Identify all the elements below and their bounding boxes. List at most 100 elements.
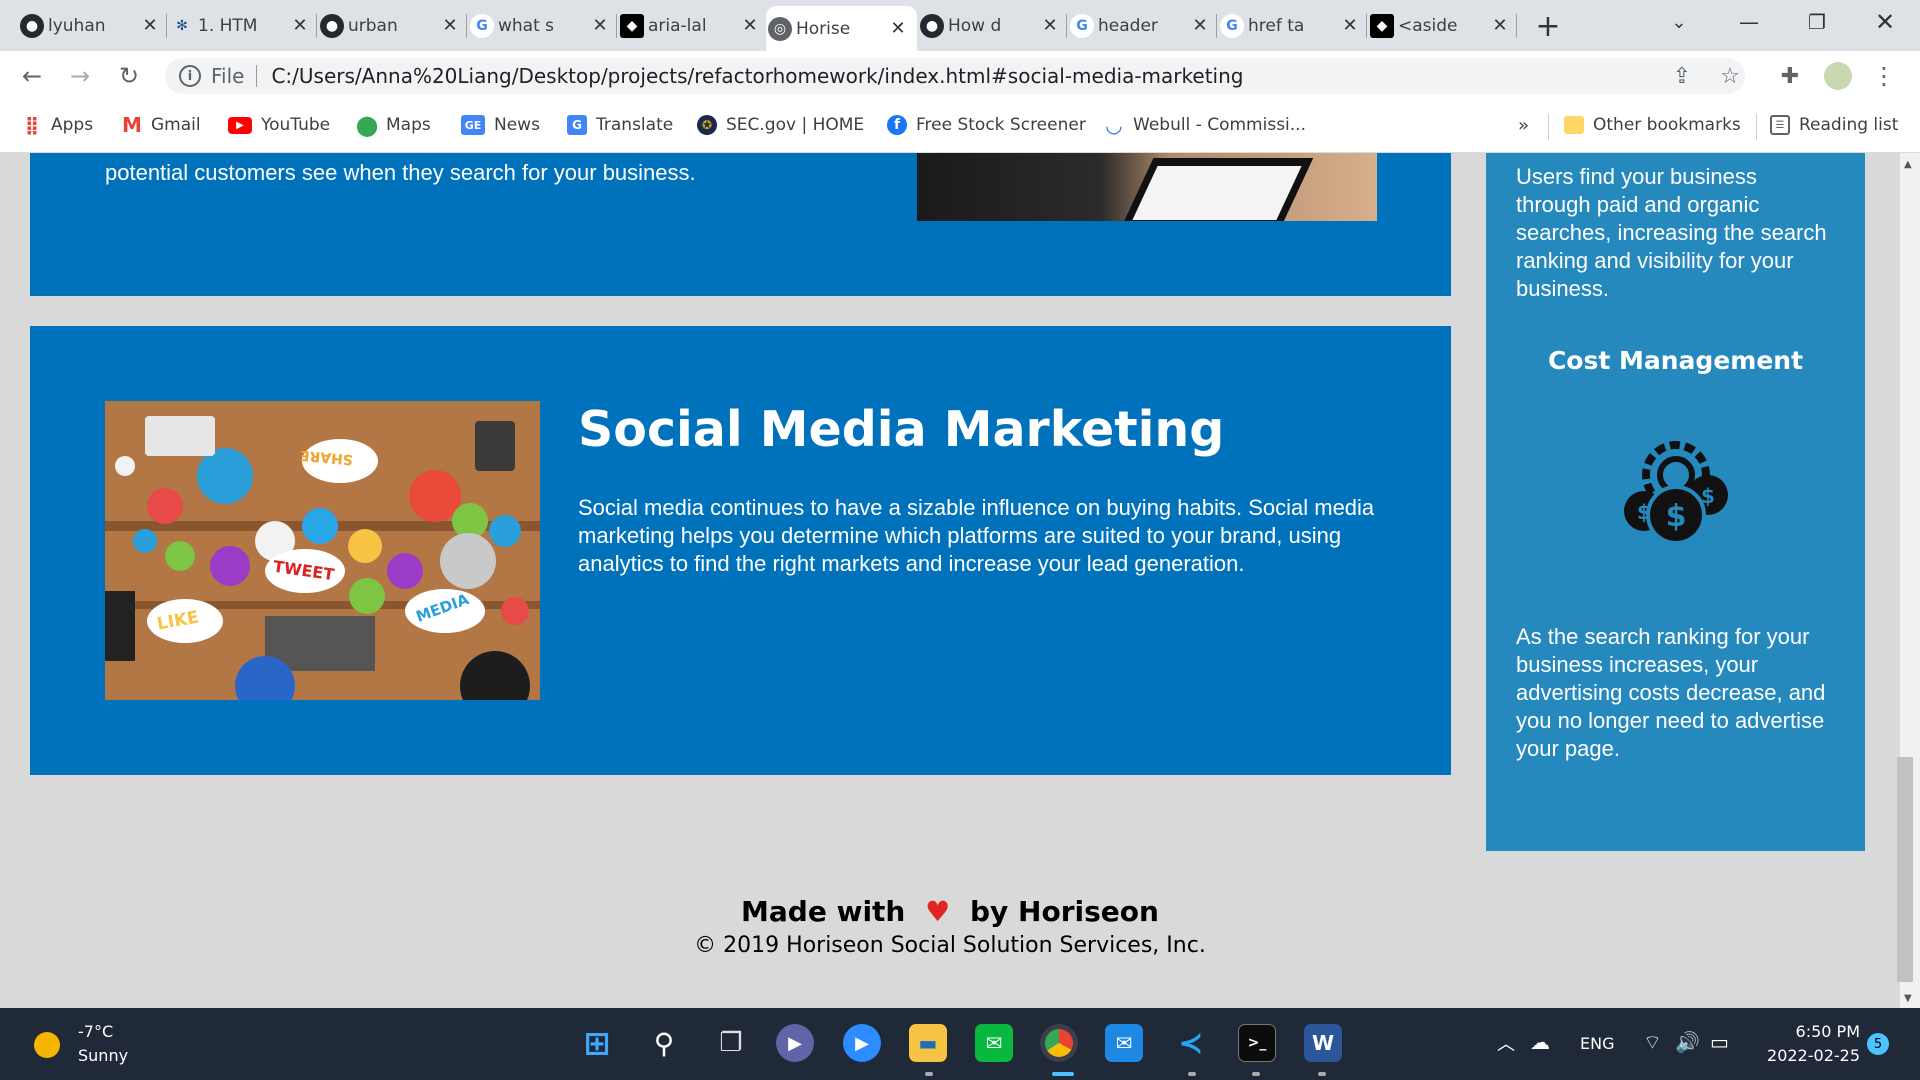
clock-time[interactable]: 6:50 PM xyxy=(1765,1022,1860,1041)
address-bar[interactable]: i File C:/Users/Anna%20Liang/Desktop/pro… xyxy=(165,58,1745,94)
windows-start-icon[interactable]: ⊞ xyxy=(578,1024,616,1062)
close-tab-icon[interactable]: ✕ xyxy=(441,15,459,36)
bookmark-news[interactable]: GE News xyxy=(461,115,540,135)
wifi-icon[interactable]: ⌔ xyxy=(1643,1030,1662,1055)
close-tab-icon[interactable]: ✕ xyxy=(889,18,907,39)
bookmark-maps[interactable]: ⬤ Maps xyxy=(355,113,431,137)
share-icon[interactable]: ⇪ xyxy=(1666,60,1698,92)
scrollbar-thumb[interactable] xyxy=(1897,757,1913,982)
zoom-icon[interactable]: ▶ xyxy=(843,1024,881,1062)
close-tab-icon[interactable]: ✕ xyxy=(741,15,759,36)
profile-avatar[interactable] xyxy=(1822,60,1854,92)
social-media-illustration xyxy=(105,401,540,700)
bookmark-gmail[interactable]: M Gmail xyxy=(122,113,201,137)
bookmark-label: Gmail xyxy=(151,115,201,135)
vscode-icon[interactable]: ≺ xyxy=(1172,1024,1210,1062)
scroll-up-icon[interactable]: ▲ xyxy=(1904,159,1912,170)
back-icon[interactable]: ← xyxy=(16,60,48,92)
tray-chevron-icon[interactable]: ︿ xyxy=(1497,1030,1515,1056)
close-tab-icon[interactable]: ✕ xyxy=(591,15,609,36)
language-indicator[interactable]: ENG xyxy=(1580,1034,1614,1053)
active-indicator xyxy=(1052,1072,1074,1076)
google-icon: G xyxy=(1220,13,1244,38)
menu-kebab-icon[interactable]: ⋮ xyxy=(1868,60,1900,92)
bookmarks-bar: ⣿ Apps M Gmail ▶ YouTube ⬤ Maps GE News … xyxy=(0,101,1920,153)
close-tab-icon[interactable]: ✕ xyxy=(1041,15,1059,36)
sec-icon: ✪ xyxy=(697,115,717,135)
tab-separator xyxy=(1066,14,1067,38)
mdn-icon: ◆ xyxy=(620,13,644,38)
file-explorer-icon[interactable]: ▬ xyxy=(909,1024,947,1062)
tab-6[interactable]: ● How d ✕ xyxy=(918,8,1069,43)
minimize-button[interactable]: — xyxy=(1721,0,1777,44)
tab-7[interactable]: G header ✕ xyxy=(1068,8,1219,43)
clock-date[interactable]: 2022-02-25 xyxy=(1755,1046,1860,1065)
tab-separator xyxy=(166,14,167,38)
social-media-marketing-section: SHARE TWEET LIKE MEDIA Social Media Mark… xyxy=(30,326,1451,775)
footer-made-with: Made with ♥ by Horiseon xyxy=(0,895,1900,928)
reload-icon[interactable]: ↻ xyxy=(113,60,145,92)
tab-5-active[interactable]: ◎ Horise ✕ xyxy=(766,6,917,51)
globe-icon: ◎ xyxy=(768,16,792,41)
battery-icon[interactable]: ▭ xyxy=(1710,1030,1729,1054)
bookmark-apps[interactable]: ⣿ Apps xyxy=(22,115,93,136)
section-text: Social media continues to have a sizable… xyxy=(578,495,1375,576)
bookmark-sec[interactable]: ✪ SEC.gov | HOME xyxy=(697,115,864,135)
wechat-icon[interactable]: ✉ xyxy=(975,1024,1013,1062)
tab-title: href ta xyxy=(1248,15,1305,36)
bookmark-stock-screener[interactable]: f Free Stock Screener xyxy=(887,115,1086,135)
star-bookmark-icon[interactable]: ☆ xyxy=(1714,60,1746,92)
close-window-button[interactable]: ✕ xyxy=(1857,0,1913,44)
bookmark-translate[interactable]: G Translate xyxy=(567,115,673,135)
bookmark-youtube[interactable]: ▶ YouTube xyxy=(228,115,330,135)
scroll-down-icon[interactable]: ▼ xyxy=(1904,993,1912,1004)
search-icon[interactable]: ⚲ xyxy=(645,1024,683,1062)
extensions-icon[interactable]: ✚ xyxy=(1774,60,1806,92)
word-icon[interactable]: W xyxy=(1304,1024,1342,1062)
new-tab-button[interactable]: + xyxy=(1530,8,1566,44)
volume-icon[interactable]: 🔊 xyxy=(1675,1030,1700,1054)
close-tab-icon[interactable]: ✕ xyxy=(141,15,159,36)
maps-icon: ⬤ xyxy=(355,113,379,137)
benefits-aside: Users find your business through paid an… xyxy=(1486,153,1865,851)
forward-icon[interactable]: → xyxy=(64,60,96,92)
chrome-icon[interactable] xyxy=(1040,1024,1078,1062)
close-tab-icon[interactable]: ✕ xyxy=(1191,15,1209,36)
onedrive-icon[interactable]: ☁ xyxy=(1530,1030,1550,1054)
bookmark-webull[interactable]: ◡ Webull - Commissi... xyxy=(1104,113,1306,137)
bookmarks-divider xyxy=(1548,114,1549,140)
close-tab-icon[interactable]: ✕ xyxy=(1491,15,1509,36)
sun-weather-icon[interactable] xyxy=(34,1032,60,1058)
tab-8[interactable]: G href ta ✕ xyxy=(1218,8,1369,43)
tab-3[interactable]: G what s ✕ xyxy=(468,8,619,43)
tab-2[interactable]: ● urban ✕ xyxy=(318,8,469,43)
bookmark-label: Maps xyxy=(386,115,431,135)
tab-separator xyxy=(1366,14,1367,38)
info-icon[interactable]: i xyxy=(179,65,201,87)
terminal-icon[interactable]: >_ xyxy=(1238,1024,1276,1062)
close-tab-icon[interactable]: ✕ xyxy=(291,15,309,36)
tab-title: urban xyxy=(348,15,398,36)
footer-copyright: © 2019 Horiseon Social Solution Services… xyxy=(694,933,1206,958)
other-bookmarks[interactable]: Other bookmarks xyxy=(1564,115,1741,135)
weather-desc[interactable]: Sunny xyxy=(78,1046,128,1065)
teams-chat-icon[interactable]: ▶ xyxy=(776,1024,814,1062)
mail-icon[interactable]: ✉ xyxy=(1105,1024,1143,1062)
notification-badge[interactable]: 5 xyxy=(1867,1033,1889,1055)
gmail-icon: M xyxy=(122,113,142,137)
weather-temp[interactable]: -7°C xyxy=(78,1022,113,1041)
url-text[interactable]: C:/Users/Anna%20Liang/Desktop/projects/r… xyxy=(271,64,1243,88)
bookmarks-overflow-button[interactable]: » xyxy=(1518,115,1529,136)
tab-0[interactable]: ● lyuhan ✕ xyxy=(18,8,169,43)
cost-management-icon: $ $ $ xyxy=(1616,433,1736,553)
tab-4[interactable]: ◆ aria-lal ✕ xyxy=(618,8,769,43)
tab-9[interactable]: ◆ <aside ✕ xyxy=(1368,8,1519,43)
reading-list[interactable]: ☰ Reading list xyxy=(1770,115,1898,135)
bookmark-label: Webull - Commissi... xyxy=(1133,115,1306,135)
restore-button[interactable]: ❐ xyxy=(1789,0,1845,44)
task-view-icon[interactable]: ❐ xyxy=(712,1024,750,1062)
tab-search-icon[interactable]: ⌄ xyxy=(1651,0,1707,44)
page-viewport: potential customers see when they search… xyxy=(0,153,1900,1008)
close-tab-icon[interactable]: ✕ xyxy=(1341,15,1359,36)
tab-1[interactable]: ✻ 1. HTM ✕ xyxy=(168,8,319,43)
